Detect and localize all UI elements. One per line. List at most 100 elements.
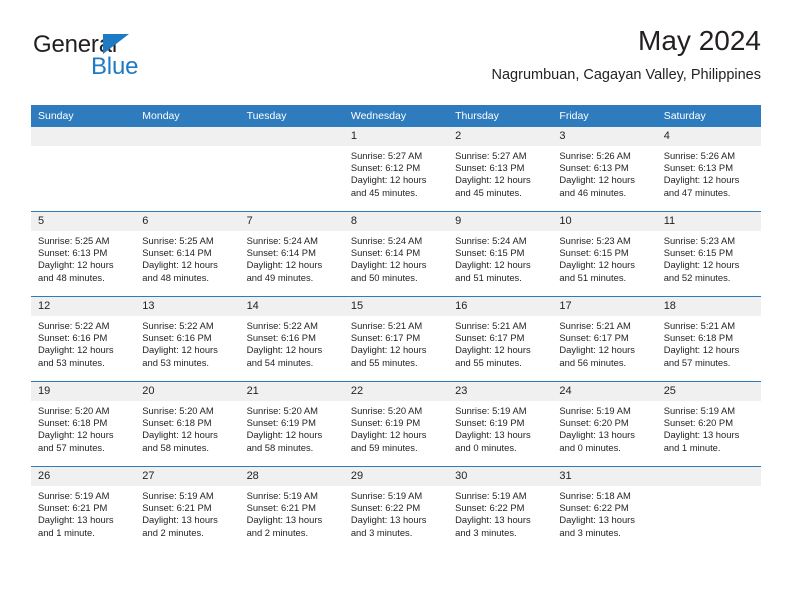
day-number: 23 xyxy=(448,382,553,401)
daylight-text-line2: and 3 minutes. xyxy=(559,526,621,538)
sunset-text: Sunset: 6:14 PM xyxy=(142,247,212,259)
sunset-text: Sunset: 6:15 PM xyxy=(559,247,629,259)
sunrise-text: Sunrise: 5:20 AM xyxy=(142,405,214,416)
daylight-text-line1: Daylight: 12 hours xyxy=(142,429,218,441)
day-details: Sunrise: 5:20 AM Sunset: 6:18 PM Dayligh… xyxy=(31,401,135,454)
sunset-text: Sunset: 6:20 PM xyxy=(663,417,733,429)
day-number: 9 xyxy=(448,212,553,231)
sunset-text: Sunset: 6:16 PM xyxy=(142,332,212,344)
day-cell[interactable]: 7 Sunrise: 5:24 AM Sunset: 6:14 PM Dayli… xyxy=(239,211,344,297)
sunset-text: Sunset: 6:21 PM xyxy=(142,502,212,514)
sunset-text: Sunset: 6:22 PM xyxy=(455,502,525,514)
sunset-text: Sunset: 6:13 PM xyxy=(38,247,108,259)
daylight-text-line1: Daylight: 12 hours xyxy=(455,344,531,356)
daylight-text-line1: Daylight: 12 hours xyxy=(559,259,635,271)
daylight-text-line1: Daylight: 12 hours xyxy=(142,259,218,271)
day-cell[interactable]: 21 Sunrise: 5:20 AM Sunset: 6:19 PM Dayl… xyxy=(239,381,344,467)
calendar-week-row: 12 Sunrise: 5:22 AM Sunset: 6:16 PM Dayl… xyxy=(31,296,761,382)
day-cell[interactable]: 10 Sunrise: 5:23 AM Sunset: 6:15 PM Dayl… xyxy=(552,211,657,297)
day-cell[interactable]: 8 Sunrise: 5:24 AM Sunset: 6:14 PM Dayli… xyxy=(343,211,449,297)
day-number: 17 xyxy=(552,297,657,316)
day-details: Sunrise: 5:25 AM Sunset: 6:14 PM Dayligh… xyxy=(135,231,239,284)
day-cell[interactable]: 24 Sunrise: 5:19 AM Sunset: 6:20 PM Dayl… xyxy=(552,381,657,467)
daylight-text-line2: and 2 minutes. xyxy=(142,526,204,538)
daylight-text-line1: Daylight: 12 hours xyxy=(559,174,635,186)
calendar-page: General Blue May 2024 Nagrumbuan, Cagaya… xyxy=(0,0,792,612)
title-block: May 2024 Nagrumbuan, Cagayan Valley, Phi… xyxy=(492,24,761,85)
sunset-text: Sunset: 6:19 PM xyxy=(246,417,316,429)
day-cell[interactable]: 15 Sunrise: 5:21 AM Sunset: 6:17 PM Dayl… xyxy=(343,296,449,382)
sunrise-text: Sunrise: 5:21 AM xyxy=(663,320,736,331)
day-number: 6 xyxy=(135,212,240,231)
sunset-text: Sunset: 6:18 PM xyxy=(38,417,108,429)
daylight-text-line2: and 58 minutes. xyxy=(142,441,209,453)
daylight-text-line1: Daylight: 13 hours xyxy=(38,514,114,526)
day-details: Sunrise: 5:21 AM Sunset: 6:17 PM Dayligh… xyxy=(552,316,656,369)
daylight-text-line1: Daylight: 12 hours xyxy=(246,344,323,356)
day-cell[interactable]: 17 Sunrise: 5:21 AM Sunset: 6:17 PM Dayl… xyxy=(552,296,657,382)
day-cell[interactable]: 3 Sunrise: 5:26 AM Sunset: 6:13 PM Dayli… xyxy=(552,127,657,212)
day-details: Sunrise: 5:19 AM Sunset: 6:21 PM Dayligh… xyxy=(240,486,344,539)
daylight-text-line1: Daylight: 12 hours xyxy=(455,259,531,271)
sunset-text: Sunset: 6:17 PM xyxy=(559,332,629,344)
day-cell[interactable]: 14 Sunrise: 5:22 AM Sunset: 6:16 PM Dayl… xyxy=(239,296,344,382)
daylight-text-line1: Daylight: 12 hours xyxy=(350,259,427,271)
weekday-header-friday: Friday xyxy=(552,105,657,127)
day-cell[interactable]: 20 Sunrise: 5:20 AM Sunset: 6:18 PM Dayl… xyxy=(135,381,240,467)
day-cell[interactable]: 23 Sunrise: 5:19 AM Sunset: 6:19 PM Dayl… xyxy=(448,381,553,467)
day-cell[interactable]: 13 Sunrise: 5:22 AM Sunset: 6:16 PM Dayl… xyxy=(135,296,240,382)
day-cell[interactable]: 2 Sunrise: 5:27 AM Sunset: 6:13 PM Dayli… xyxy=(448,127,553,212)
day-number: 28 xyxy=(239,467,344,486)
sunrise-text: Sunrise: 5:23 AM xyxy=(663,235,736,246)
daylight-text-line2: and 52 minutes. xyxy=(663,271,731,283)
daylight-text-line2: and 55 minutes. xyxy=(455,356,522,368)
weekday-header-saturday: Saturday xyxy=(656,105,761,127)
day-cell[interactable]: 25 Sunrise: 5:19 AM Sunset: 6:20 PM Dayl… xyxy=(656,381,761,467)
sunrise-text: Sunrise: 5:19 AM xyxy=(455,490,527,501)
sunrise-text: Sunrise: 5:24 AM xyxy=(455,235,527,246)
day-cell[interactable]: 31 Sunrise: 5:18 AM Sunset: 6:22 PM Dayl… xyxy=(552,466,657,551)
day-cell[interactable]: 5 Sunrise: 5:25 AM Sunset: 6:13 PM Dayli… xyxy=(31,211,136,297)
day-details: Sunrise: 5:25 AM Sunset: 6:13 PM Dayligh… xyxy=(31,231,135,284)
day-details: Sunrise: 5:23 AM Sunset: 6:15 PM Dayligh… xyxy=(552,231,656,284)
day-cell[interactable]: 1 Sunrise: 5:27 AM Sunset: 6:12 PM Dayli… xyxy=(343,127,449,212)
day-cell[interactable]: 27 Sunrise: 5:19 AM Sunset: 6:21 PM Dayl… xyxy=(135,466,240,551)
sunrise-sunset-calendar-table: Sunday Monday Tuesday Wednesday Thursday… xyxy=(31,105,761,551)
day-cell[interactable]: 16 Sunrise: 5:21 AM Sunset: 6:17 PM Dayl… xyxy=(448,296,553,382)
day-cell[interactable]: 22 Sunrise: 5:20 AM Sunset: 6:19 PM Dayl… xyxy=(343,381,449,467)
daylight-text-line2: and 57 minutes. xyxy=(663,356,731,368)
day-cell[interactable]: 12 Sunrise: 5:22 AM Sunset: 6:16 PM Dayl… xyxy=(31,296,136,382)
sunrise-text: Sunrise: 5:27 AM xyxy=(350,150,423,161)
day-cell[interactable]: 26 Sunrise: 5:19 AM Sunset: 6:21 PM Dayl… xyxy=(31,466,136,551)
daylight-text-line1: Daylight: 13 hours xyxy=(142,514,218,526)
day-cell[interactable]: 28 Sunrise: 5:19 AM Sunset: 6:21 PM Dayl… xyxy=(239,466,344,551)
sunrise-text: Sunrise: 5:19 AM xyxy=(663,405,736,416)
day-cell[interactable]: 6 Sunrise: 5:25 AM Sunset: 6:14 PM Dayli… xyxy=(135,211,240,297)
day-cell[interactable]: 30 Sunrise: 5:19 AM Sunset: 6:22 PM Dayl… xyxy=(448,466,553,551)
sunset-text: Sunset: 6:18 PM xyxy=(663,332,733,344)
page-header: General Blue May 2024 Nagrumbuan, Cagaya… xyxy=(31,24,761,96)
day-cell[interactable]: 9 Sunrise: 5:24 AM Sunset: 6:15 PM Dayli… xyxy=(448,211,553,297)
daylight-text-line1: Daylight: 12 hours xyxy=(350,174,427,186)
daylight-text-line1: Daylight: 12 hours xyxy=(663,174,740,186)
day-details: Sunrise: 5:19 AM Sunset: 6:20 PM Dayligh… xyxy=(657,401,761,454)
day-cell[interactable]: 18 Sunrise: 5:21 AM Sunset: 6:18 PM Dayl… xyxy=(656,296,761,382)
daylight-text-line2: and 49 minutes. xyxy=(246,271,314,283)
sunrise-text: Sunrise: 5:18 AM xyxy=(559,490,631,501)
day-cell[interactable]: 29 Sunrise: 5:19 AM Sunset: 6:22 PM Dayl… xyxy=(343,466,449,551)
day-cell[interactable]: 11 Sunrise: 5:23 AM Sunset: 6:15 PM Dayl… xyxy=(656,211,761,297)
sunrise-text: Sunrise: 5:27 AM xyxy=(455,150,527,161)
sunrise-text: Sunrise: 5:24 AM xyxy=(246,235,318,246)
weekday-header-thursday: Thursday xyxy=(448,105,553,127)
sunrise-text: Sunrise: 5:20 AM xyxy=(246,405,318,416)
day-cell xyxy=(135,127,240,212)
sunrise-text: Sunrise: 5:21 AM xyxy=(455,320,527,331)
day-cell[interactable]: 4 Sunrise: 5:26 AM Sunset: 6:13 PM Dayli… xyxy=(656,127,761,212)
sunset-text: Sunset: 6:14 PM xyxy=(246,247,316,259)
daylight-text-line2: and 55 minutes. xyxy=(350,356,418,368)
day-cell[interactable]: 19 Sunrise: 5:20 AM Sunset: 6:18 PM Dayl… xyxy=(31,381,136,467)
day-number: 13 xyxy=(135,297,240,316)
daylight-text-line2: and 1 minute. xyxy=(663,441,721,453)
daylight-text-line2: and 45 minutes. xyxy=(455,186,522,198)
sunset-text: Sunset: 6:17 PM xyxy=(350,332,421,344)
